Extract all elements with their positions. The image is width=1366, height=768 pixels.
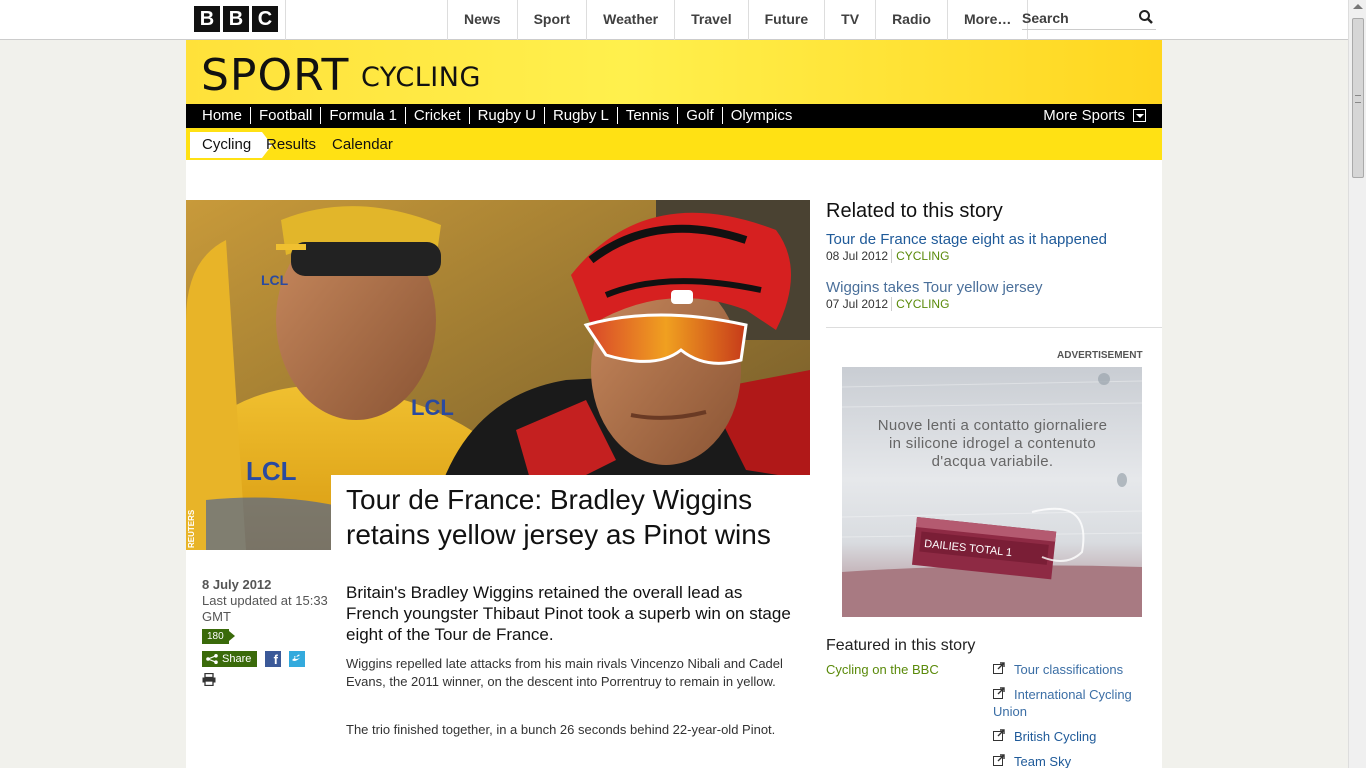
svg-text:LCL: LCL — [246, 456, 297, 486]
related-heading: Related to this story — [826, 200, 1003, 222]
external-link-icon — [993, 662, 1005, 674]
related-date: 07 Jul 2012 — [826, 297, 889, 311]
external-link[interactable]: Team Sky — [1014, 753, 1071, 768]
search-icon[interactable] — [1138, 9, 1154, 25]
image-credit: REUTERS — [187, 509, 196, 548]
sport-title[interactable]: SPORT — [201, 50, 349, 101]
related-meta: 07 Jul 2012 CYCLING — [826, 297, 950, 311]
scroll-up-icon[interactable] — [1353, 4, 1363, 9]
search-input[interactable] — [1022, 8, 1132, 28]
share-label: Share — [222, 653, 252, 665]
advert-artwork: DAILIES TOTAL 1 — [842, 373, 1142, 617]
bbc-global-header: B B C News Sport Weather Travel Future T… — [0, 0, 1348, 40]
advertisement-label: ADVERTISEMENT — [1057, 350, 1143, 361]
nav-sport[interactable]: Sport — [516, 0, 587, 40]
facebook-icon[interactable]: f — [265, 651, 281, 667]
print-icon[interactable] — [202, 673, 216, 686]
grip-icon — [1355, 95, 1361, 103]
sport-nav-football[interactable]: Football — [250, 107, 320, 124]
more-sports-label: More Sports — [1043, 107, 1125, 124]
svg-text:LCL: LCL — [261, 272, 289, 288]
sport-nav-rugby-league[interactable]: Rugby L — [543, 107, 617, 124]
twitter-icon[interactable] — [289, 651, 305, 667]
vertical-scrollbar[interactable] — [1348, 0, 1366, 768]
related-tag[interactable]: CYCLING — [891, 297, 950, 311]
sport-nav-rugby-union[interactable]: Rugby U — [468, 107, 544, 124]
comments-count-badge[interactable]: 180 — [202, 629, 235, 644]
sport-nav-home[interactable]: Home — [202, 107, 250, 124]
share-button[interactable]: Share — [202, 651, 258, 667]
nav-tv[interactable]: TV — [824, 0, 875, 40]
sport-nav-olympics[interactable]: Olympics — [721, 107, 801, 124]
search-box — [1022, 8, 1156, 30]
advert-banner[interactable]: DAILIES TOTAL 1 Nuove lenti a contatto g… — [842, 367, 1142, 617]
nav-travel[interactable]: Travel — [674, 0, 747, 40]
nav-more[interactable]: More… — [946, 0, 1029, 40]
logo-letter-b1: B — [194, 6, 220, 32]
article-paragraph: The trio finished together, in a bunch 2… — [346, 722, 776, 737]
advert-text: Nuove lenti a contatto giornaliere in si… — [877, 417, 1108, 470]
article-paragraph: Wiggins repelled late attacks from his m… — [346, 656, 783, 689]
divider — [285, 0, 286, 40]
related-date: 08 Jul 2012 — [826, 249, 889, 263]
sport-masthead: SPORT CYCLING — [186, 40, 1162, 104]
external-link[interactable]: International Cycling Union — [993, 686, 1153, 720]
section-title[interactable]: CYCLING — [361, 62, 481, 93]
cycling-on-bbc-link[interactable]: Cycling on the BBC — [826, 662, 939, 677]
tab-calendar[interactable]: Calendar — [332, 136, 393, 153]
more-sports-button[interactable]: More Sports — [1043, 107, 1146, 124]
sport-nav-golf[interactable]: Golf — [677, 107, 722, 124]
article-intro: Britain's Bradley Wiggins retained the o… — [346, 583, 791, 644]
sport-nav-cricket[interactable]: Cricket — [404, 107, 469, 124]
related-tag[interactable]: CYCLING — [891, 249, 950, 263]
logo-letter-b2: B — [223, 6, 249, 32]
cycling-sub-nav: Cycling Results Calendar — [186, 128, 1162, 160]
article-date: 8 July 2012 — [202, 577, 272, 592]
nav-news[interactable]: News — [447, 0, 517, 40]
last-updated: Last updated at 15:33 GMT — [202, 593, 328, 624]
nav-weather[interactable]: Weather — [586, 0, 674, 40]
scrollbar-thumb[interactable] — [1352, 18, 1364, 178]
external-link[interactable]: British Cycling — [1014, 728, 1096, 745]
divider — [826, 327, 1162, 328]
external-link-icon — [993, 754, 1005, 766]
related-link[interactable]: Tour de France stage eight as it happene… — [826, 231, 1107, 248]
logo-letter-c: C — [252, 6, 278, 32]
tab-cycling[interactable]: Cycling — [202, 136, 251, 153]
related-meta: 08 Jul 2012 CYCLING — [826, 249, 950, 263]
sport-nav-formula1[interactable]: Formula 1 — [320, 107, 405, 124]
share-icon — [206, 654, 218, 664]
related-link[interactable]: Wiggins takes Tour yellow jersey — [826, 279, 1042, 296]
nav-radio[interactable]: Radio — [875, 0, 947, 40]
chevron-down-icon — [1133, 109, 1146, 122]
external-link[interactable]: Tour classifications — [1014, 661, 1154, 678]
sport-nav: Home Football Formula 1 Cricket Rugby U … — [186, 104, 1162, 128]
tab-results[interactable]: Results — [266, 136, 316, 153]
bbc-logo[interactable]: B B C — [194, 6, 278, 32]
article-headline: Tour de France: Bradley Wiggins retains … — [346, 484, 771, 550]
nav-future[interactable]: Future — [747, 0, 825, 40]
featured-heading: Featured in this story — [826, 637, 976, 654]
svg-text:LCL: LCL — [411, 395, 454, 420]
sport-nav-tennis[interactable]: Tennis — [616, 107, 677, 124]
global-nav: News Sport Weather Travel Future TV Radi… — [447, 0, 1029, 40]
external-link-icon — [993, 729, 1005, 741]
